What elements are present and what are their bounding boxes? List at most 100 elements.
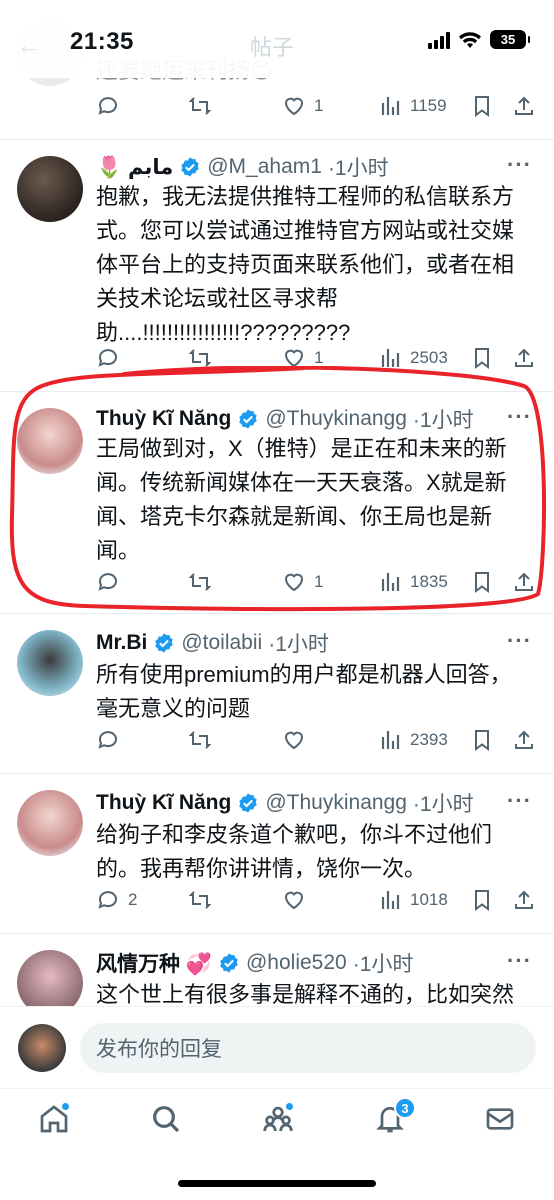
avatar[interactable]	[17, 790, 83, 856]
views-icon	[381, 573, 400, 591]
share-button[interactable]	[512, 728, 536, 752]
reply-icon	[98, 891, 117, 909]
like-button[interactable]: 1	[282, 94, 323, 118]
unread-dot	[62, 1103, 69, 1110]
display-name[interactable]: Mr.Bi	[96, 631, 147, 655]
more-options-icon[interactable]: ···	[507, 152, 532, 178]
like-button[interactable]	[282, 888, 306, 912]
avatar[interactable]	[18, 1024, 66, 1072]
views-button[interactable]: 2393	[378, 728, 448, 752]
reply-count: 2	[128, 890, 138, 909]
handle[interactable]: @Thuykinangg	[265, 407, 407, 431]
views-button[interactable]: 1835	[378, 570, 448, 594]
bookmark-icon	[475, 890, 489, 911]
handle[interactable]: @holie520	[246, 951, 347, 975]
back-arrow-icon[interactable]: ←	[16, 30, 42, 61]
view-count: 1835	[410, 572, 448, 591]
handle[interactable]: @M_aham1	[207, 155, 322, 179]
like-button[interactable]: 1	[282, 570, 323, 594]
like-count: 1	[314, 96, 324, 115]
tweet[interactable]: Thuỳ Kĩ Năng @Thuykinangg ·1小时 ··· 王局做到对，…	[0, 392, 554, 614]
nav-messages[interactable]	[484, 1103, 524, 1143]
search-icon	[153, 1106, 180, 1133]
avatar[interactable]	[17, 950, 83, 1014]
bookmark-button[interactable]	[470, 94, 494, 118]
share-button[interactable]	[512, 570, 536, 594]
tweet-actions: 2 1018	[96, 888, 534, 918]
handle[interactable]: @Thuykinangg	[265, 791, 407, 815]
more-options-icon[interactable]: ···	[507, 948, 532, 974]
bookmark-button[interactable]	[470, 346, 494, 370]
views-button[interactable]: 1159	[378, 94, 447, 118]
tweet-header: 🌷 مابم @M_aham1·1小时	[96, 152, 494, 182]
tweet-header: 风情万种 💞 @holie520·1小时	[96, 948, 494, 978]
view-count: 2393	[410, 730, 448, 749]
avatar[interactable]	[17, 408, 83, 474]
tweet-actions: 1 1159	[96, 94, 534, 124]
tweet-header: Mr.Bi @toilabii ·1小时	[96, 628, 494, 658]
tweet[interactable]: Mr.Bi @toilabii ·1小时 ··· 所有使用premium的用户都是…	[0, 614, 554, 774]
avatar[interactable]	[17, 156, 83, 222]
view-count: 1159	[410, 96, 447, 115]
share-icon	[515, 348, 533, 367]
display-name[interactable]: Thuỳ Kĩ Năng	[96, 407, 231, 431]
bookmark-icon	[475, 730, 489, 751]
verified-badge-icon	[239, 409, 258, 429]
view-count: 2503	[410, 348, 448, 367]
bookmark-button[interactable]	[470, 728, 494, 752]
avatar[interactable]	[17, 630, 83, 696]
status-icons: 35	[428, 30, 530, 49]
bookmark-button[interactable]	[470, 888, 494, 912]
share-button[interactable]	[512, 346, 536, 370]
timestamp: ·1小时	[268, 633, 329, 656]
like-button[interactable]: 1	[282, 346, 323, 370]
timestamp: ·1小时	[327, 157, 389, 180]
nav-notifications[interactable]: 3	[374, 1097, 416, 1143]
display-name[interactable]: 🌷 مابم	[96, 155, 173, 180]
bookmark-icon	[475, 348, 489, 369]
reply-icon	[98, 349, 117, 367]
retweet-button[interactable]	[188, 888, 212, 912]
more-options-icon[interactable]: ···	[507, 628, 532, 654]
retweet-icon	[188, 349, 212, 367]
reply-button[interactable]: 2	[96, 888, 137, 912]
retweet-button[interactable]	[188, 570, 212, 594]
reply-button[interactable]	[96, 570, 120, 594]
reply-button[interactable]	[96, 346, 120, 370]
like-button[interactable]	[282, 728, 306, 752]
share-button[interactable]	[512, 94, 536, 118]
handle[interactable]: @toilabii	[181, 631, 262, 655]
more-options-icon[interactable]: ···	[507, 788, 532, 814]
tweet-text: 所有使用premium的用户都是机器人回答，毫无意义的问题	[96, 662, 512, 721]
bookmark-button[interactable]	[470, 570, 494, 594]
timestamp: ·1小时	[352, 953, 414, 976]
display-name[interactable]: 风情万种 💞	[96, 948, 212, 978]
share-button[interactable]	[512, 888, 536, 912]
reply-icon	[98, 731, 117, 749]
heart-icon	[284, 97, 304, 116]
views-button[interactable]: 1018	[378, 888, 448, 912]
heart-icon	[284, 891, 304, 910]
retweet-button[interactable]	[188, 94, 212, 118]
views-button[interactable]: 2503	[378, 346, 448, 370]
retweet-button[interactable]	[188, 728, 212, 752]
tweet[interactable]: 🌷 مابم @M_aham1·1小时 ··· 抱歉，我无法提供推特工程师的私信…	[0, 140, 554, 392]
retweet-icon	[188, 891, 212, 909]
tweet[interactable]: 风情万种 💞 @holie520·1小时 ··· 这个世上有很多事是解释不通的，…	[0, 934, 554, 1014]
reply-input[interactable]: 发布你的回复	[80, 1023, 536, 1073]
reply-icon	[98, 97, 117, 115]
nav-communities[interactable]	[262, 1103, 302, 1143]
retweet-button[interactable]	[188, 346, 212, 370]
reply-button[interactable]	[96, 728, 120, 752]
nav-home[interactable]	[38, 1103, 78, 1143]
heart-icon	[284, 731, 304, 750]
more-options-icon[interactable]: ···	[507, 404, 532, 430]
tweet[interactable]: Thuỳ Kĩ Năng @Thuykinangg ·1小时 ··· 给狗子和李皮…	[0, 774, 554, 934]
nav-search[interactable]	[150, 1103, 190, 1143]
heart-icon	[284, 573, 304, 592]
wifi-icon	[459, 31, 481, 48]
status-time: 21:35	[70, 28, 134, 55]
reply-button[interactable]	[96, 94, 120, 118]
display-name[interactable]: Thuỳ Kĩ Năng	[96, 791, 231, 815]
retweet-icon	[188, 573, 212, 591]
